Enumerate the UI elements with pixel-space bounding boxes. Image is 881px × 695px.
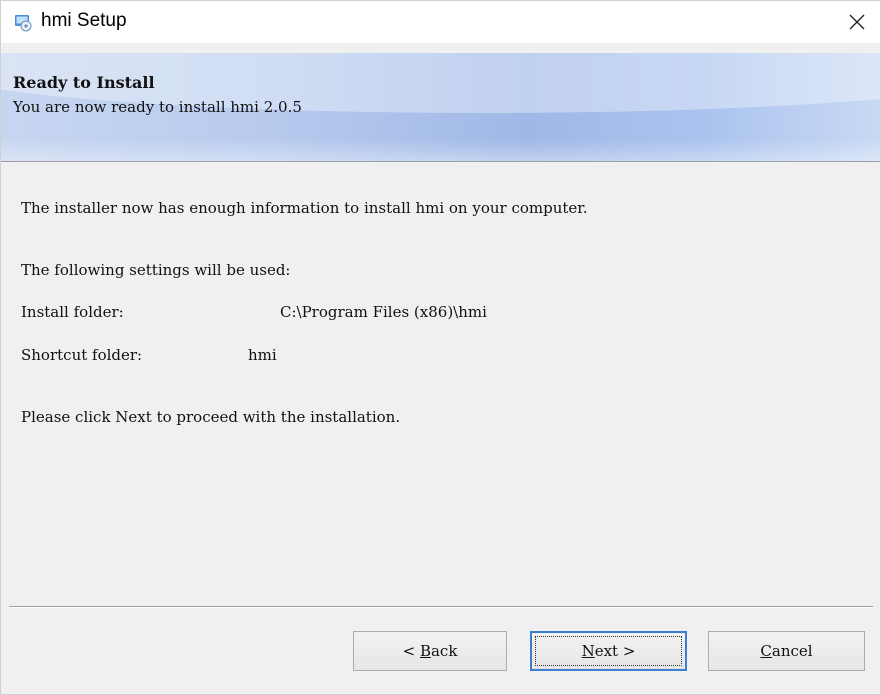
banner-subtitle: You are now ready to install hmi 2.0.5: [13, 98, 302, 116]
install-folder-label: Install folder:: [21, 303, 124, 321]
close-button[interactable]: [834, 1, 880, 43]
install-folder-value: C:\Program Files (x86)\hmi: [280, 303, 487, 321]
back-mnemonic: B: [419, 642, 431, 660]
window-title: hmi Setup: [41, 10, 127, 31]
cancel-rest: ancel: [771, 642, 813, 660]
shortcut-folder-label: Shortcut folder:: [21, 346, 143, 364]
title-bar[interactable]: hmi Setup: [1, 1, 880, 43]
next-focus-rect: [535, 636, 682, 666]
back-rest: ack: [430, 642, 458, 660]
header-banner: Ready to Install You are now ready to in…: [1, 53, 880, 161]
back-prefix: <: [402, 642, 420, 660]
banner-divider: [1, 161, 880, 162]
setup-window: hmi Setup Ready to Install You are now r…: [0, 0, 881, 695]
cancel-mnemonic: C: [760, 642, 772, 660]
instruction-text: Please click Next to proceed with the in…: [21, 408, 401, 426]
close-icon: [849, 14, 865, 30]
cancel-button[interactable]: Cancel: [708, 631, 865, 671]
shortcut-folder-value: hmi: [248, 346, 277, 364]
back-button[interactable]: < Back: [353, 631, 507, 671]
settings-heading: The following settings will be used:: [21, 261, 291, 279]
footer-separator: [9, 606, 873, 608]
installer-app-icon: [15, 15, 32, 32]
banner-title: Ready to Install: [13, 73, 155, 92]
banner-shine: [1, 139, 880, 161]
intro-text: The installer now has enough information…: [21, 199, 588, 217]
next-button[interactable]: Next >: [530, 631, 687, 671]
